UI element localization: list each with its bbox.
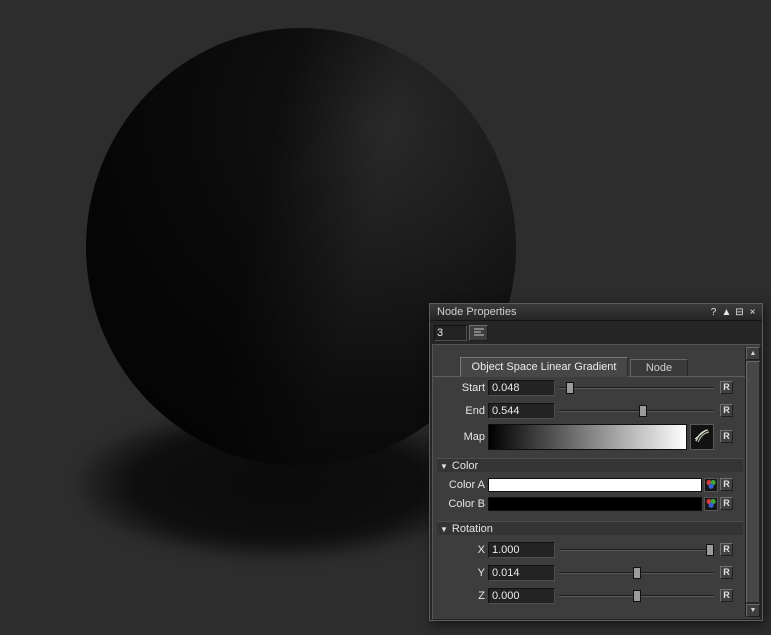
color-a-swatch[interactable]	[488, 478, 702, 492]
map-row: Map R	[433, 424, 748, 450]
panel-title: Node Properties	[437, 306, 708, 318]
start-reset-button[interactable]: R	[720, 381, 733, 394]
rotation-z-slider-handle[interactable]	[633, 590, 641, 602]
start-row: Start R	[433, 380, 748, 396]
color-b-label: Color B	[433, 496, 485, 512]
item-index-field[interactable]	[434, 325, 467, 341]
color-a-label: Color A	[433, 477, 485, 493]
index-action-button[interactable]	[469, 325, 488, 341]
rotation-z-label: Z	[433, 588, 485, 604]
color-a-row: Color A R	[433, 477, 748, 493]
end-value-field[interactable]	[488, 403, 555, 419]
gradient-editor-button[interactable]	[690, 424, 714, 450]
rotation-y-slider[interactable]	[559, 565, 714, 581]
color-b-reset-button[interactable]: R	[720, 497, 733, 510]
scrollbar-thumb[interactable]	[746, 361, 760, 603]
end-label: End	[433, 403, 485, 419]
end-row: End R	[433, 403, 748, 419]
rotation-x-slider-track	[559, 549, 714, 551]
rotation-y-label: Y	[433, 565, 485, 581]
rotation-z-reset-button[interactable]: R	[720, 589, 733, 602]
close-icon[interactable]: ×	[747, 307, 758, 318]
rotation-y-value-field[interactable]	[488, 565, 555, 581]
minimize-icon[interactable]: ⊟	[734, 307, 745, 318]
color-b-row: Color B R	[433, 496, 748, 512]
color-a-picker-button[interactable]	[704, 478, 718, 492]
rgb-picker-icon	[705, 478, 717, 493]
color-section-header[interactable]: ▼ Color	[437, 458, 743, 472]
scroll-down-button[interactable]: ▼	[746, 604, 760, 617]
end-slider-track	[559, 410, 714, 412]
rotation-z-slider[interactable]	[559, 588, 714, 604]
collapse-triangle-icon: ▼	[440, 525, 448, 534]
gradient-curve-icon	[693, 427, 711, 448]
color-b-picker-button[interactable]	[704, 497, 718, 511]
start-value-field[interactable]	[488, 380, 555, 396]
rotation-x-slider[interactable]	[559, 542, 714, 558]
rotation-y-reset-button[interactable]: R	[720, 566, 733, 579]
help-icon[interactable]: ?	[708, 307, 719, 318]
list-icon	[473, 327, 485, 340]
scroll-up-button[interactable]: ▲	[746, 347, 760, 360]
end-reset-button[interactable]: R	[720, 404, 733, 417]
color-section-title: Color	[452, 460, 478, 472]
end-slider-handle[interactable]	[639, 405, 647, 417]
color-b-swatch[interactable]	[488, 497, 702, 511]
panel-titlebar[interactable]: Node Properties ? ▲ ⊟ ×	[430, 304, 762, 321]
rotation-x-label: X	[433, 542, 485, 558]
rotation-section-header[interactable]: ▼ Rotation	[437, 521, 743, 535]
node-properties-panel: Node Properties ? ▲ ⊟ × Object Space Lin…	[429, 303, 763, 621]
start-slider-handle[interactable]	[566, 382, 574, 394]
rotation-y-row: Y R	[433, 565, 748, 581]
collapse-triangle-icon: ▼	[440, 462, 448, 471]
rotation-x-value-field[interactable]	[488, 542, 555, 558]
map-reset-button[interactable]: R	[720, 430, 733, 443]
rotation-x-slider-handle[interactable]	[706, 544, 714, 556]
rotation-z-value-field[interactable]	[488, 588, 555, 604]
rotation-section-title: Rotation	[452, 523, 493, 535]
rgb-picker-icon	[705, 497, 717, 512]
start-slider[interactable]	[559, 380, 714, 396]
rotation-z-row: Z R	[433, 588, 748, 604]
rotation-x-reset-button[interactable]: R	[720, 543, 733, 556]
color-a-reset-button[interactable]: R	[720, 478, 733, 491]
end-slider[interactable]	[559, 403, 714, 419]
tab-node[interactable]: Node	[630, 359, 688, 377]
panel-body: Object Space Linear Gradient Node Start …	[432, 344, 761, 620]
viewport: Node Properties ? ▲ ⊟ × Object Space Lin…	[0, 0, 771, 635]
shade-icon[interactable]: ▲	[721, 307, 732, 318]
titlebar-icons: ? ▲ ⊟ ×	[708, 307, 758, 318]
start-label: Start	[433, 380, 485, 396]
rotation-y-slider-handle[interactable]	[633, 567, 641, 579]
gradient-map-preview[interactable]	[488, 424, 687, 450]
start-slider-track	[559, 387, 714, 389]
map-label: Map	[433, 424, 485, 450]
scrollbar[interactable]: ▲ ▼	[745, 347, 759, 617]
tab-object-space-linear-gradient[interactable]: Object Space Linear Gradient	[460, 357, 628, 377]
rotation-x-row: X R	[433, 542, 748, 558]
